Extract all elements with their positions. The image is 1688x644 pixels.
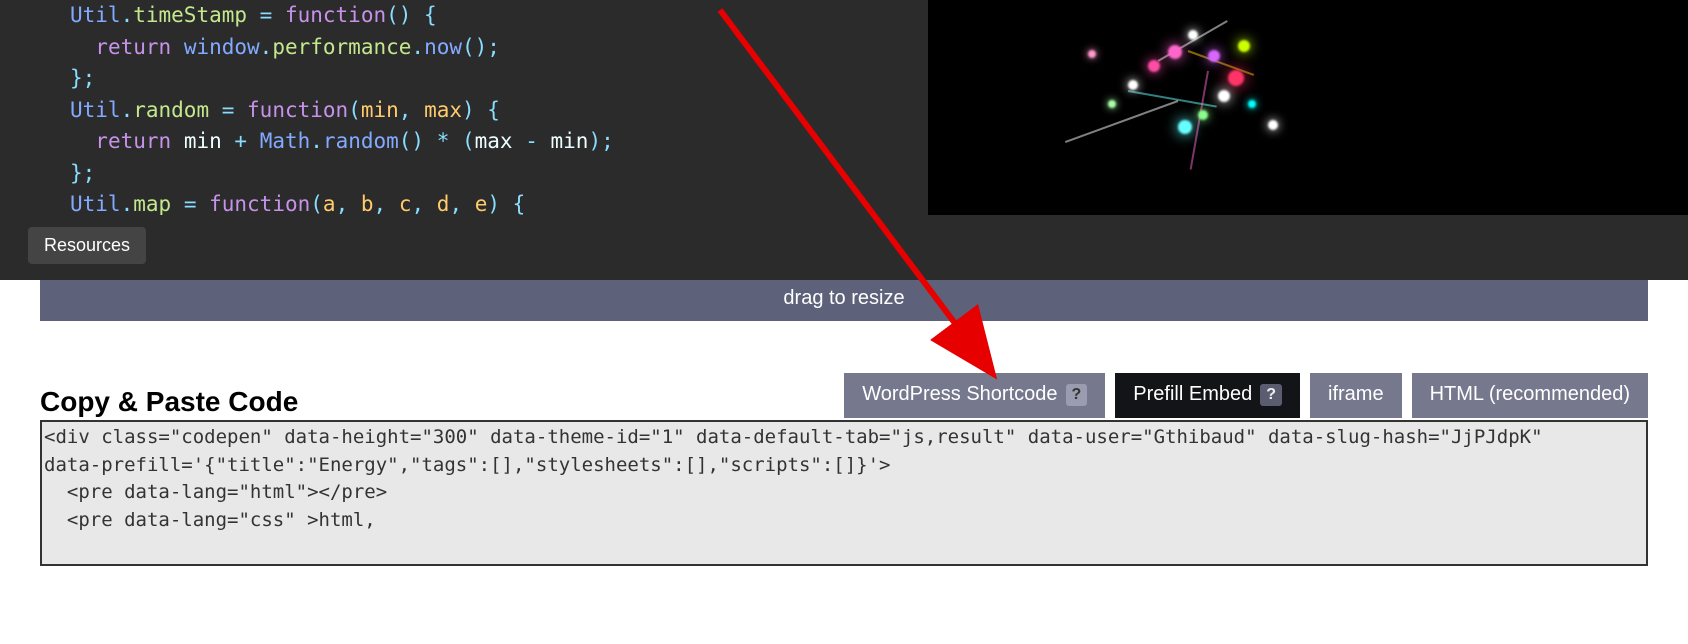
tab-iframe[interactable]: iframe <box>1310 373 1402 418</box>
code-line: Util.random = function(min, max) { <box>70 95 928 127</box>
tab-label: WordPress Shortcode <box>862 383 1057 406</box>
embed-code-line: <pre data-lang="html"></pre> <box>44 479 1644 507</box>
copy-paste-section: Copy & Paste Code WordPress Shortcode?Pr… <box>0 321 1688 566</box>
code-line: }; <box>70 63 928 95</box>
resources-row: Resources <box>0 215 1688 280</box>
resources-button[interactable]: Resources <box>28 227 146 264</box>
editor-area: Util.timeStamp = function() { return win… <box>0 0 1688 215</box>
tab-wordpress-shortcode[interactable]: WordPress Shortcode? <box>844 373 1105 418</box>
embed-code-box[interactable]: <div class="codepen" data-height="300" d… <box>40 420 1648 566</box>
embed-code-line: data-prefill='{"title":"Energy","tags":[… <box>44 452 1644 480</box>
tab-html-recommended-[interactable]: HTML (recommended) <box>1412 373 1648 418</box>
copy-paste-title: Copy & Paste Code <box>40 386 298 418</box>
preview-pane[interactable] <box>928 0 1688 215</box>
code-line: return min + Math.random() * (max - min)… <box>70 126 928 158</box>
code-pane[interactable]: Util.timeStamp = function() { return win… <box>0 0 928 215</box>
code-line: Util.timeStamp = function() { <box>70 0 928 32</box>
tab-label: Prefill Embed <box>1133 383 1252 406</box>
embed-code-line: <div class="codepen" data-height="300" d… <box>44 424 1644 452</box>
help-icon[interactable]: ? <box>1066 384 1088 406</box>
code-line: }; <box>70 158 928 190</box>
code-line: Util.map = function(a, b, c, d, e) { <box>70 189 928 215</box>
embed-code-line: <pre data-lang="css" >html, <box>44 507 1644 535</box>
drag-resize-bar[interactable]: drag to resize <box>40 280 1648 321</box>
help-icon[interactable]: ? <box>1260 384 1282 406</box>
code-line: return window.performance.now(); <box>70 32 928 64</box>
embed-tabs: WordPress Shortcode?Prefill Embed?iframe… <box>844 373 1648 418</box>
tab-label: HTML (recommended) <box>1430 383 1630 406</box>
tab-label: iframe <box>1328 383 1384 406</box>
tab-prefill-embed[interactable]: Prefill Embed? <box>1115 373 1300 418</box>
